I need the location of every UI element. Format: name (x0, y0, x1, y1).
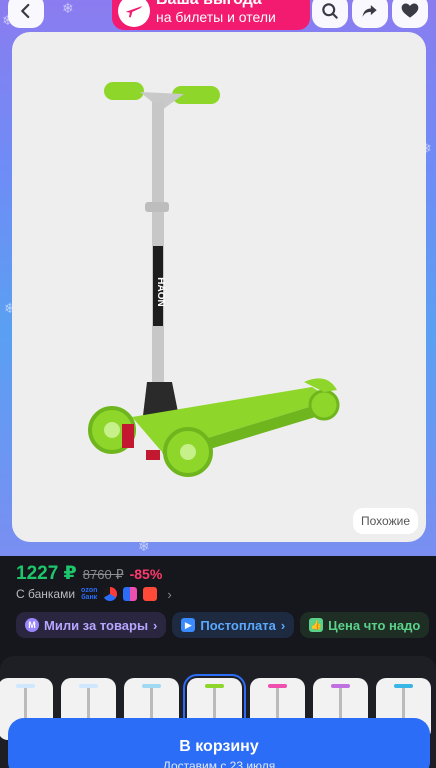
chip-postpay-label: Постоплата (200, 617, 276, 633)
current-price: 1227 ₽ (16, 563, 77, 584)
delivery-date: Доставим с 23 июля (162, 759, 276, 768)
chip-good-price-label: Цена что надо (328, 617, 421, 633)
heart-icon (401, 3, 419, 18)
favorite-button[interactable] (392, 0, 428, 28)
chevron-right-icon: › (167, 586, 172, 602)
ozon-bank-logo: ozon банк (81, 587, 97, 601)
chevron-right-icon: › (280, 617, 286, 633)
airplane-icon (118, 0, 150, 27)
share-icon (362, 5, 377, 17)
share-button[interactable] (352, 0, 388, 28)
chip-miles-label: Мили за товары (44, 617, 149, 633)
bank-logo-icon (103, 587, 118, 601)
chip-miles[interactable]: M Мили за товары › (16, 612, 167, 638)
ozon-bank-line2: банк (81, 594, 98, 601)
search-button[interactable] (312, 0, 348, 28)
similar-button[interactable]: Похожие (353, 508, 418, 534)
back-button[interactable] (8, 0, 44, 28)
postpay-icon: ▶ (181, 618, 196, 632)
promo-banner[interactable]: Ваша выгода на билеты и отели (112, 0, 310, 30)
price-row: 1227 ₽ 8760 ₽ -85% (16, 562, 162, 585)
chevron-right-icon: › (153, 617, 158, 633)
scooter-image: HAON (88, 82, 340, 477)
product-photo[interactable]: HAON Похожие (12, 32, 426, 542)
top-bar: Ваша выгода на билеты и отели (0, 0, 436, 30)
chip-postpay[interactable]: ▶ Постоплата › (172, 612, 295, 638)
banks-label: С банками (16, 587, 76, 601)
discount-badge: -85% (129, 566, 163, 582)
benefit-chips: M Мили за товары › ▶ Постоплата › 👍 Цена… (16, 612, 430, 638)
banks-row[interactable]: С банками ozon банк › (16, 586, 172, 602)
miles-icon: M (25, 618, 39, 632)
old-price: 8760 ₽ (82, 567, 124, 582)
add-to-cart-label: В корзину (179, 738, 259, 755)
thumbs-up-icon: 👍 (309, 618, 324, 632)
ozon-bank-line1: ozon (81, 587, 98, 594)
search-icon (322, 3, 338, 19)
bank-logo-icon (123, 587, 138, 601)
promo-subtitle: на билеты и отели (156, 9, 276, 25)
add-to-cart-button[interactable]: В корзину Доставим с 23 июля (8, 718, 430, 768)
promo-title: Ваша выгода (156, 0, 276, 8)
product-gallery-hero: ❄ ❄ ❄ ❄ ❄ Ваша выгода на билеты и отели (0, 0, 436, 556)
similar-label: Похожие (361, 514, 410, 528)
bank-logo-icon (143, 587, 158, 601)
stem-brand: HAON (155, 277, 166, 306)
chip-good-price[interactable]: 👍 Цена что надо (300, 612, 430, 638)
chevron-left-icon (21, 3, 30, 19)
